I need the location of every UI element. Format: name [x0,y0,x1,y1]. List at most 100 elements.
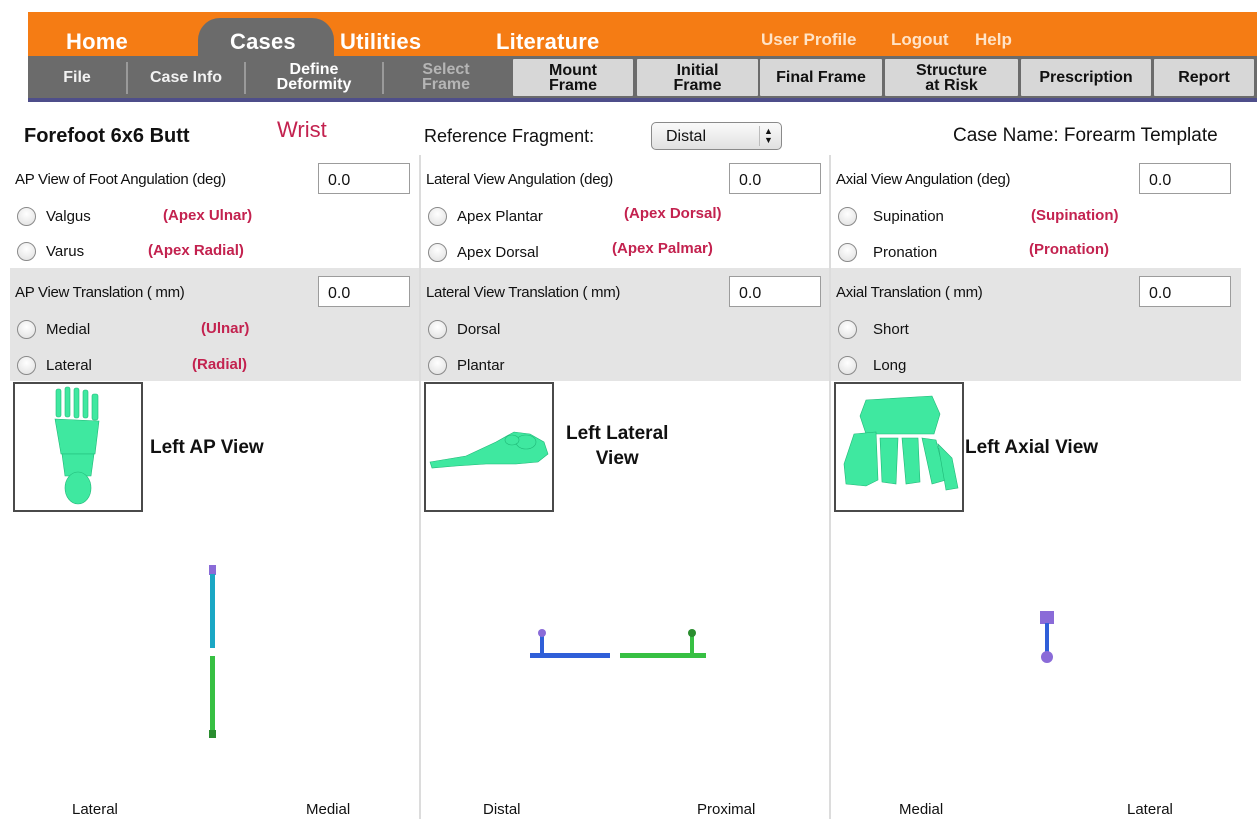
nav-utilities[interactable]: Utilities [340,29,421,55]
radio-button[interactable] [838,206,857,226]
hint-apex-ulnar: (Apex Ulnar) [163,207,253,224]
lateral-view-panel: Lateral View Angulation (deg) 0.0 Apex P… [421,155,831,819]
radio-short-label: Short [873,320,909,338]
axial-axis-right-label: Lateral [1127,801,1173,818]
radio-apex-plantar[interactable]: Apex Plantar [428,205,543,227]
subnav-report[interactable]: Report [1154,59,1254,96]
subnav-mount-frame-label: Mount Frame [548,62,598,94]
subnav-initial-frame[interactable]: Initial Frame [637,59,758,96]
ap-angulation-section: AP View of Foot Angulation (deg) 0.0 Val… [10,155,420,268]
subnav-final-frame-label: Final Frame [776,69,866,86]
radio-button[interactable] [17,319,36,339]
radio-plantar[interactable]: Plantar [428,354,505,376]
radio-button[interactable] [428,206,447,226]
radio-supination[interactable]: Supination [838,205,944,227]
radio-long[interactable]: Long [838,354,906,376]
radio-valgus[interactable]: Valgus [17,205,91,227]
user-profile-link[interactable]: User Profile [761,30,856,50]
lateral-translation-input[interactable]: 0.0 [729,276,821,307]
radio-valgus-label: Valgus [46,207,91,225]
subnav-file-label: File [63,68,91,86]
radio-long-label: Long [873,356,907,374]
subnav-define-deformity-label: Define Deformity [276,62,352,93]
hint-apex-dorsal: (Apex Dorsal) [624,205,722,222]
hint-pronation: (Pronation) [1029,241,1109,258]
logout-link[interactable]: Logout [891,30,949,50]
lateral-view-title: Left Lateral View [566,421,668,471]
radio-button[interactable] [428,319,447,339]
glyph-end-cap [209,565,216,575]
radio-lateral[interactable]: Lateral [17,354,92,376]
subnav-mount-line2: Frame [548,76,598,94]
subnav-select-frame[interactable]: Select Frame [384,56,508,98]
radio-button[interactable] [838,319,857,339]
hint-ulnar: (Ulnar) [201,320,250,337]
hint-supination: (Supination) [1031,207,1119,224]
axial-alignment-glyph [1040,611,1054,663]
subnav-final-frame[interactable]: Final Frame [760,59,882,96]
radio-button[interactable] [17,206,36,226]
radio-lateral-label: Lateral [46,356,92,374]
radio-medial[interactable]: Medial [17,318,90,340]
radio-supination-label: Supination [873,207,944,225]
radio-button[interactable] [838,242,857,262]
glyph-end-dot [1041,651,1053,663]
axial-angulation-section: Axial View Angulation (deg) 0.0 Supinati… [831,155,1241,268]
lateral-view-title-line1: Left Lateral [566,423,669,444]
case-title: Forefoot 6x6 Butt [24,125,190,147]
lateral-view-thumbnail[interactable] [424,382,554,512]
hint-apex-radial: (Apex Radial) [148,242,244,259]
subnav-case-info-label: Case Info [149,68,222,86]
radio-short[interactable]: Short [838,318,909,340]
ap-view-thumbnail[interactable] [13,382,143,512]
subnav-file[interactable]: File [28,56,126,98]
radio-pronation[interactable]: Pronation [838,241,937,263]
axial-translation-input[interactable]: 0.0 [1139,276,1231,307]
lateral-angulation-section: Lateral View Angulation (deg) 0.0 Apex P… [421,155,831,268]
radio-button[interactable] [17,241,36,261]
axial-translation-label: Axial Translation ( mm) [836,284,983,301]
help-link[interactable]: Help [975,30,1012,50]
anatomy-label: Wrist [277,117,327,142]
lateral-angulation-input[interactable]: 0.0 [729,163,821,194]
glyph-pin-head [538,629,546,637]
radio-varus-label: Varus [46,242,85,260]
nav-literature[interactable]: Literature [496,29,599,55]
ap-angulation-input[interactable]: 0.0 [318,163,410,194]
lateral-axis-right-label: Proximal [697,801,756,818]
lateral-translation-label: Lateral View Translation ( mm) [426,284,621,301]
radio-varus[interactable]: Varus [17,240,84,262]
hint-apex-palmar: (Apex Palmar) [612,240,713,257]
radio-button[interactable] [428,355,447,375]
glyph-end-cap [1040,611,1054,624]
radio-medial-label: Medial [46,320,91,338]
select-updown-icon: ▲ ▼ [759,126,777,146]
subnav-structure-at-risk[interactable]: Structure at Risk [885,59,1018,96]
ap-axis-right-label: Medial [306,801,351,818]
foot-lateral-bones-icon [429,431,549,469]
subnav-select-line2: Frame [421,76,471,93]
radio-apex-dorsal[interactable]: Apex Dorsal [428,241,539,263]
subnav-case-info[interactable]: Case Info [128,56,244,98]
subnav-define-line2: Deformity [276,76,352,93]
nav-cases-tab[interactable]: Cases [198,18,334,58]
ap-view-title: Left AP View [150,437,264,458]
radio-pronation-label: Pronation [873,243,938,261]
subnav-prescription[interactable]: Prescription [1021,59,1151,96]
subnav-define-deformity[interactable]: Define Deformity [246,56,382,98]
axial-view-thumbnail[interactable] [834,382,964,512]
radio-dorsal[interactable]: Dorsal [428,318,500,340]
workflow-subnav: File Case Info Define Deformity Select Fra… [28,56,1257,102]
subnav-initial-line2: Frame [673,76,722,94]
ap-translation-input[interactable]: 0.0 [318,276,410,307]
reference-fragment-select[interactable]: Distal ▲ ▼ [651,122,782,150]
radio-button[interactable] [428,242,447,262]
subnav-mount-frame[interactable]: Mount Frame [513,59,633,96]
axial-angulation-input[interactable]: 0.0 [1139,163,1231,194]
glyph-end-cap [209,730,216,738]
radio-button[interactable] [17,355,36,375]
nav-cases[interactable]: Cases [230,29,296,55]
radio-button[interactable] [838,355,857,375]
lateral-angulation-label: Lateral View Angulation (deg) [426,171,613,188]
nav-home[interactable]: Home [66,29,128,55]
